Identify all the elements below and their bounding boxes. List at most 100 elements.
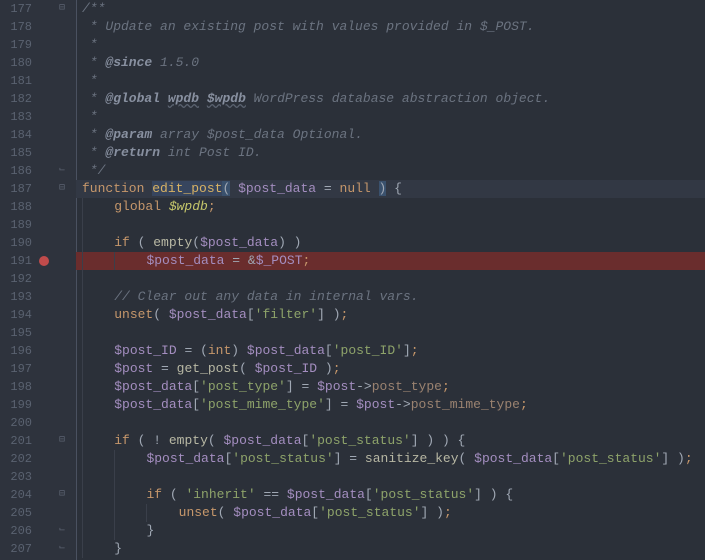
code-line[interactable]: * @global wpdb $wpdb WordPress database … [76,90,705,108]
gutter-row[interactable]: 194 [0,306,76,324]
gutter-row[interactable]: 192 [0,270,76,288]
code-line[interactable]: $post_data['post_mime_type'] = $post->po… [76,396,705,414]
code-token: WordPress database abstraction object. [246,91,550,106]
code-token: get_post [177,361,239,376]
fold-column[interactable]: ⌙ [52,522,72,540]
code-line[interactable]: if ( empty($post_data) ) [76,234,705,252]
code-line[interactable]: } [76,540,705,558]
gutter-row[interactable]: 190 [0,234,76,252]
code-token: * [82,55,105,70]
line-number: 193 [0,288,36,306]
gutter-row[interactable]: 193 [0,288,76,306]
code-line[interactable] [76,414,705,432]
code-token: ] ) [317,307,340,322]
fold-collapse-icon[interactable]: ⊟ [59,180,65,198]
gutter-row[interactable]: 201⊟ [0,432,76,450]
fold-column[interactable]: ⊟ [52,432,72,450]
gutter-row[interactable]: 191 [0,252,76,270]
code-line[interactable] [76,270,705,288]
code-token: ; [333,361,341,376]
indent-guide [82,486,114,504]
code-line[interactable]: */ [76,162,705,180]
code-line[interactable]: * Update an existing post with values pr… [76,18,705,36]
code-line[interactable]: $post_ID = (int) $post_data['post_ID']; [76,342,705,360]
code-token: [ [325,343,333,358]
code-line[interactable]: unset( $post_data['post_status'] ); [76,504,705,522]
code-line[interactable]: unset( $post_data['filter'] ); [76,306,705,324]
breakpoint-icon[interactable] [39,256,49,266]
gutter-row[interactable]: 205 [0,504,76,522]
code-token: ; [411,343,419,358]
gutter-row[interactable]: 188 [0,198,76,216]
code-line[interactable]: $post_data['post_status'] = sanitize_key… [76,450,705,468]
gutter-row[interactable]: 200 [0,414,76,432]
code-line[interactable] [76,324,705,342]
fold-column[interactable]: ⊟ [52,0,72,18]
code-line[interactable]: if ( 'inherit' == $post_data['post_statu… [76,486,705,504]
code-token: ( [162,487,185,502]
code-line[interactable]: if ( ! empty( $post_data['post_status'] … [76,432,705,450]
breakpoint-column[interactable] [36,256,52,266]
code-line[interactable]: * [76,108,705,126]
gutter-row[interactable]: 206⌙ [0,522,76,540]
code-line[interactable]: $post_data['post_type'] = $post->post_ty… [76,378,705,396]
gutter-row[interactable]: 207⌙ [0,540,76,558]
code-line[interactable]: * @since 1.5.0 [76,54,705,72]
gutter-row[interactable]: 187⊟ [0,180,76,198]
code-line[interactable]: * [76,36,705,54]
fold-collapse-icon[interactable]: ⊟ [59,486,65,504]
fold-column[interactable]: ⌙ [52,540,72,558]
indent-guide [82,324,114,342]
gutter-row[interactable]: 186⌙ [0,162,76,180]
gutter-row[interactable]: 189 [0,216,76,234]
code-line[interactable]: $post_data = &$_POST; [76,252,705,270]
gutter-row[interactable]: 198 [0,378,76,396]
code-area[interactable]: /** * Update an existing post with value… [76,0,705,560]
code-line[interactable] [76,216,705,234]
gutter-row[interactable]: 202 [0,450,76,468]
code-line[interactable]: * @param array $post_data Optional. [76,126,705,144]
gutter[interactable]: 177⊟178179180181182183184185186⌙187⊟1881… [0,0,76,560]
indent-guide [82,504,114,522]
code-line[interactable]: // Clear out any data in internal vars. [76,288,705,306]
fold-column[interactable]: ⊟ [52,486,72,504]
code-line[interactable] [76,468,705,486]
code-line[interactable]: * [76,72,705,90]
gutter-row[interactable]: 199 [0,396,76,414]
code-token: $post_ID [114,343,176,358]
gutter-row[interactable]: 182 [0,90,76,108]
fold-collapse-icon[interactable]: ⊟ [59,0,65,18]
code-line[interactable]: $post = get_post( $post_ID ); [76,360,705,378]
code-token: function [82,181,152,196]
gutter-row[interactable]: 179 [0,36,76,54]
gutter-row[interactable]: 184 [0,126,76,144]
code-token: == [263,487,279,502]
code-token: @param [105,127,152,142]
gutter-row[interactable]: 181 [0,72,76,90]
fold-column[interactable]: ⌙ [52,162,72,180]
gutter-row[interactable]: 196 [0,342,76,360]
code-line[interactable]: } [76,522,705,540]
gutter-row[interactable]: 203 [0,468,76,486]
gutter-row[interactable]: 183 [0,108,76,126]
line-number: 177 [0,0,36,18]
gutter-row[interactable]: 195 [0,324,76,342]
gutter-row[interactable]: 177 ⊟ [0,0,76,18]
code-token [279,487,287,502]
gutter-row[interactable]: 180 [0,54,76,72]
code-line[interactable]: global $wpdb; [76,198,705,216]
fold-column[interactable]: ⊟ [52,180,72,198]
gutter-row[interactable]: 185 [0,144,76,162]
code-token: ( [153,307,169,322]
code-token: $post_data [146,253,224,268]
fold-collapse-icon[interactable]: ⊟ [59,432,65,450]
code-token: global [114,199,169,214]
code-line[interactable]: /** [76,0,705,18]
gutter-row[interactable]: 197 [0,360,76,378]
indent-guide [82,216,114,234]
code-line[interactable]: * @return int Post ID. [76,144,705,162]
code-token: [ [552,451,560,466]
gutter-row[interactable]: 178 [0,18,76,36]
code-line[interactable]: function edit_post( $post_data = null ) … [76,180,705,198]
gutter-row[interactable]: 204⊟ [0,486,76,504]
